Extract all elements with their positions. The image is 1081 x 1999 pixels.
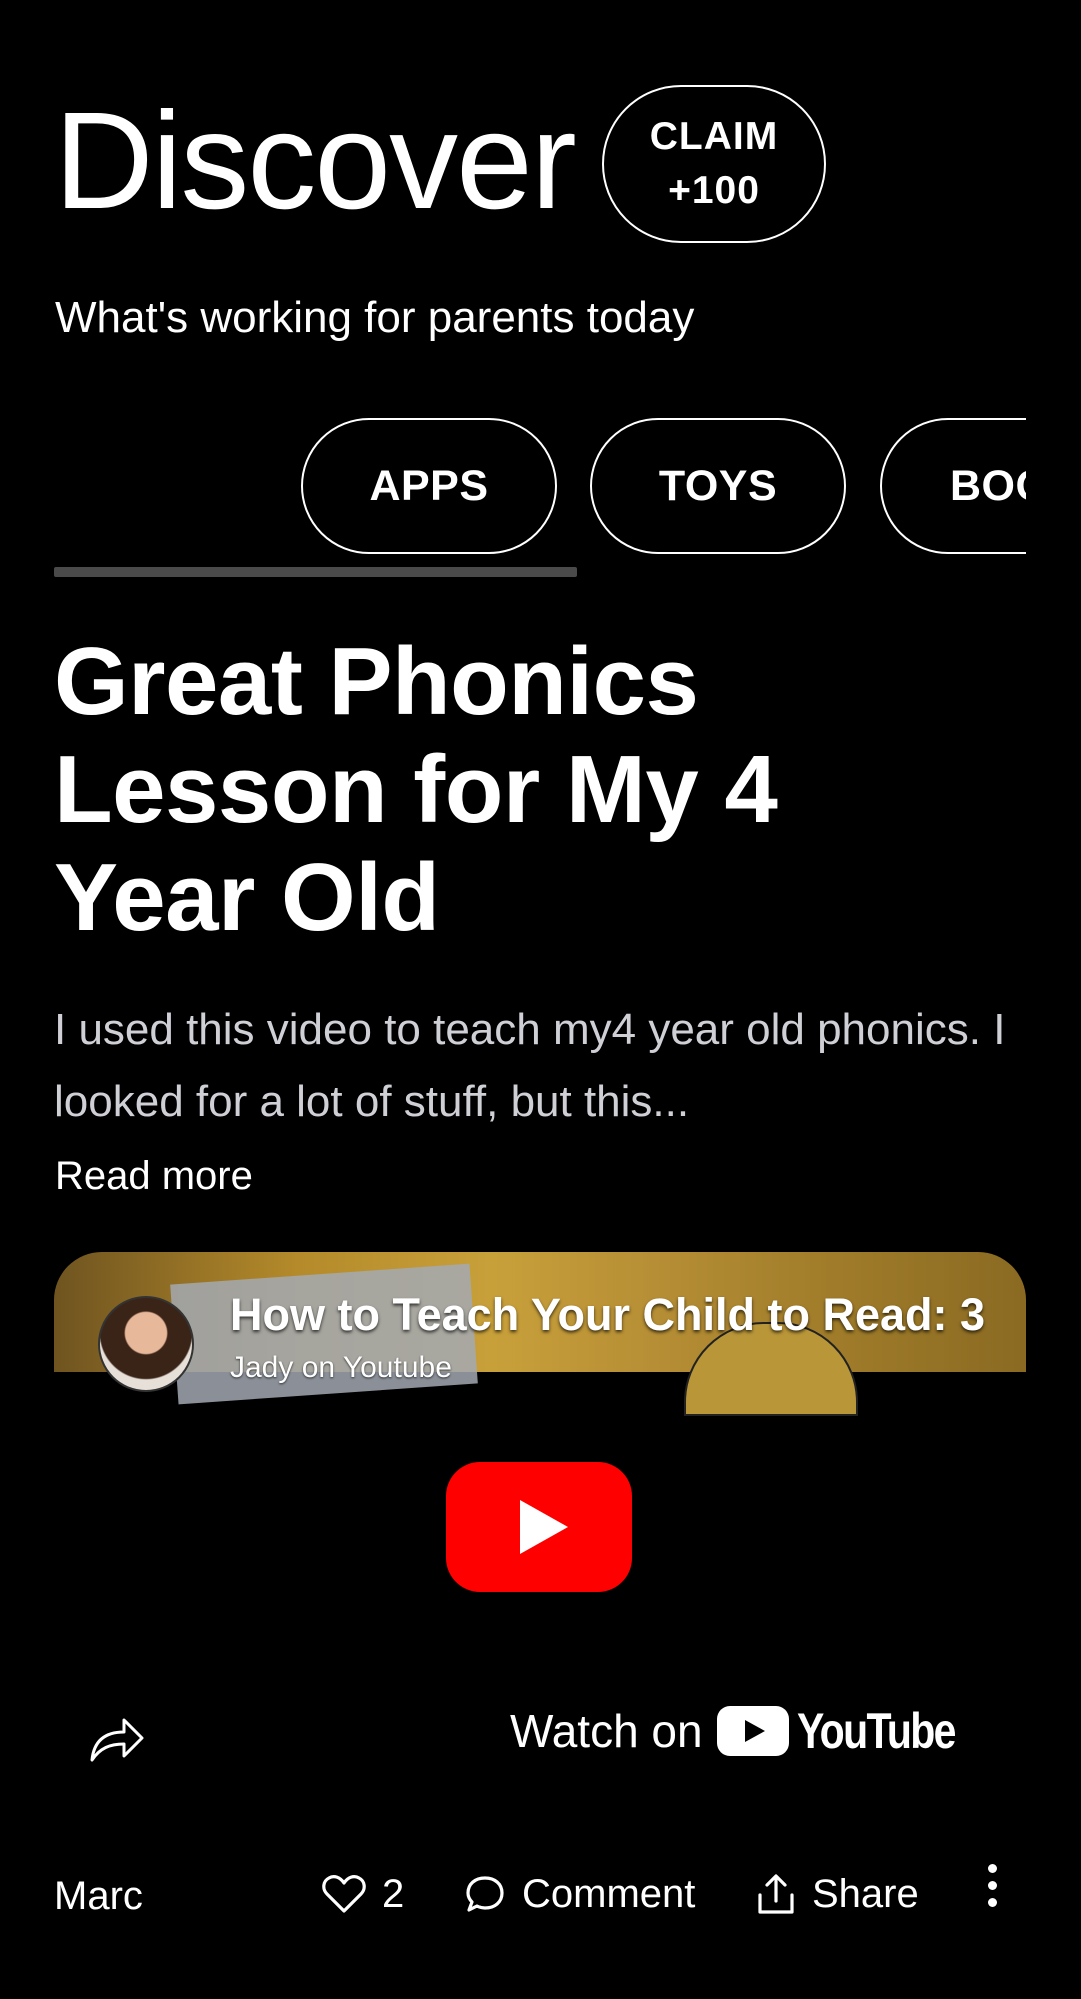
youtube-embed[interactable]: How to Teach Your Child to Read: 3 Jady … — [54, 1252, 1026, 1832]
share-upload-icon — [758, 1874, 794, 1914]
youtube-play-logo-icon — [716, 1706, 789, 1756]
heart-icon — [322, 1875, 366, 1913]
share-label: Share — [812, 1872, 919, 1916]
comment-button[interactable]: Comment — [464, 1866, 695, 1922]
claim-reward-button[interactable]: CLAIM +100 — [602, 85, 826, 243]
category-chip-label: BOOKS — [950, 461, 1026, 510]
category-chip-label: TOYS — [658, 461, 778, 510]
category-scroll-indicator — [54, 567, 577, 577]
post-author[interactable]: Marc — [54, 1870, 143, 1922]
comment-bubble-icon — [466, 1876, 504, 1912]
channel-avatar[interactable] — [98, 1296, 194, 1392]
share-button[interactable]: Share — [756, 1866, 919, 1922]
claim-amount: +100 — [668, 169, 760, 212]
more-options-icon[interactable] — [984, 1864, 1000, 1912]
video-channel: Jady on Youtube — [230, 1351, 452, 1384]
post-title: Great Phonics Lesson for My 4 Year Old — [54, 628, 778, 951]
claim-label: CLAIM — [649, 115, 779, 158]
youtube-logo: YouTube — [716, 1702, 989, 1760]
like-count: 2 — [382, 1872, 405, 1916]
post-excerpt: I used this video to teach my4 year old … — [54, 1005, 1006, 1126]
category-chip-books[interactable]: BOOKS — [880, 418, 1026, 554]
category-chip-label: APPS — [369, 461, 489, 510]
category-chip-apps[interactable]: APPS — [301, 418, 557, 554]
youtube-wordmark: YouTube — [796, 1703, 956, 1759]
watch-on-youtube-link[interactable]: Watch on YouTube — [510, 1702, 989, 1760]
video-title[interactable]: How to Teach Your Child to Read: 3 — [230, 1288, 1020, 1342]
comment-label: Comment — [522, 1872, 696, 1916]
page-title: Discover — [54, 84, 577, 238]
watch-on-label: Watch on — [510, 1705, 703, 1757]
page-subtitle: What's working for parents today — [55, 293, 695, 342]
forward-share-icon[interactable] — [84, 1710, 148, 1766]
like-button[interactable]: 2 — [322, 1866, 404, 1922]
category-chip-scroller[interactable]: APPS TOYS BOOKS — [54, 416, 1026, 558]
play-icon[interactable] — [446, 1462, 632, 1592]
category-chip-toys[interactable]: TOYS — [590, 418, 846, 554]
read-more-link[interactable]: Read more — [55, 1150, 253, 1202]
